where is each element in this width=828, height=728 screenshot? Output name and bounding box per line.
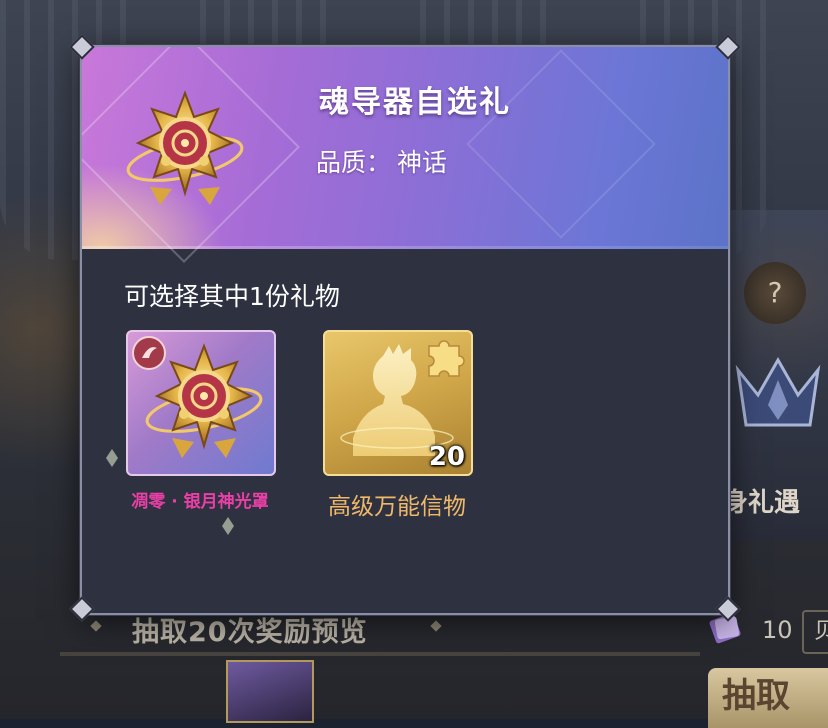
sparkle-decoration	[106, 449, 118, 467]
quality-label: 品质：	[316, 148, 392, 177]
choose-instruction: 可选择其中1份礼物	[124, 282, 340, 311]
gift-option-universal-token[interactable]: 20	[323, 330, 473, 476]
gift-option-silver-moon-shield[interactable]	[126, 330, 276, 476]
question-mark-icon[interactable]: ?	[744, 262, 806, 324]
quality-value: 神话	[397, 148, 448, 177]
diamond-ornament-icon	[90, 620, 102, 632]
crown-emblem-icon	[735, 356, 821, 427]
weapon-type-badge-icon	[132, 336, 166, 370]
item-name: 凋零 · 银月神光罩	[131, 492, 269, 512]
sparkle-decoration	[222, 517, 234, 535]
draw-button[interactable]: 抽取	[708, 668, 828, 728]
draw-count-button[interactable]: 贝	[802, 610, 828, 654]
item-name: 高级万能信物	[328, 494, 466, 520]
background-right-caption: 身礼遇	[722, 488, 801, 518]
popup-title: 魂导器自选礼	[319, 85, 511, 120]
character-card-thumbnail[interactable]	[226, 660, 314, 723]
item-quantity: 20	[428, 442, 465, 472]
divider	[60, 652, 700, 656]
ticket-count: 10	[762, 616, 793, 644]
soul-device-gift-icon	[126, 90, 244, 205]
diamond-ornament-icon	[430, 620, 442, 632]
gift-selection-popup: 魂导器自选礼 品质： 神话 可选择其中1份礼物 凋零 · 银月神光罩 20 高级…	[80, 45, 730, 615]
reward-preview-title: 抽取20次奖励预览	[132, 617, 368, 648]
popup-header: 魂导器自选礼 品质： 神话	[82, 47, 728, 263]
quality-line: 品质： 神话	[316, 143, 447, 179]
